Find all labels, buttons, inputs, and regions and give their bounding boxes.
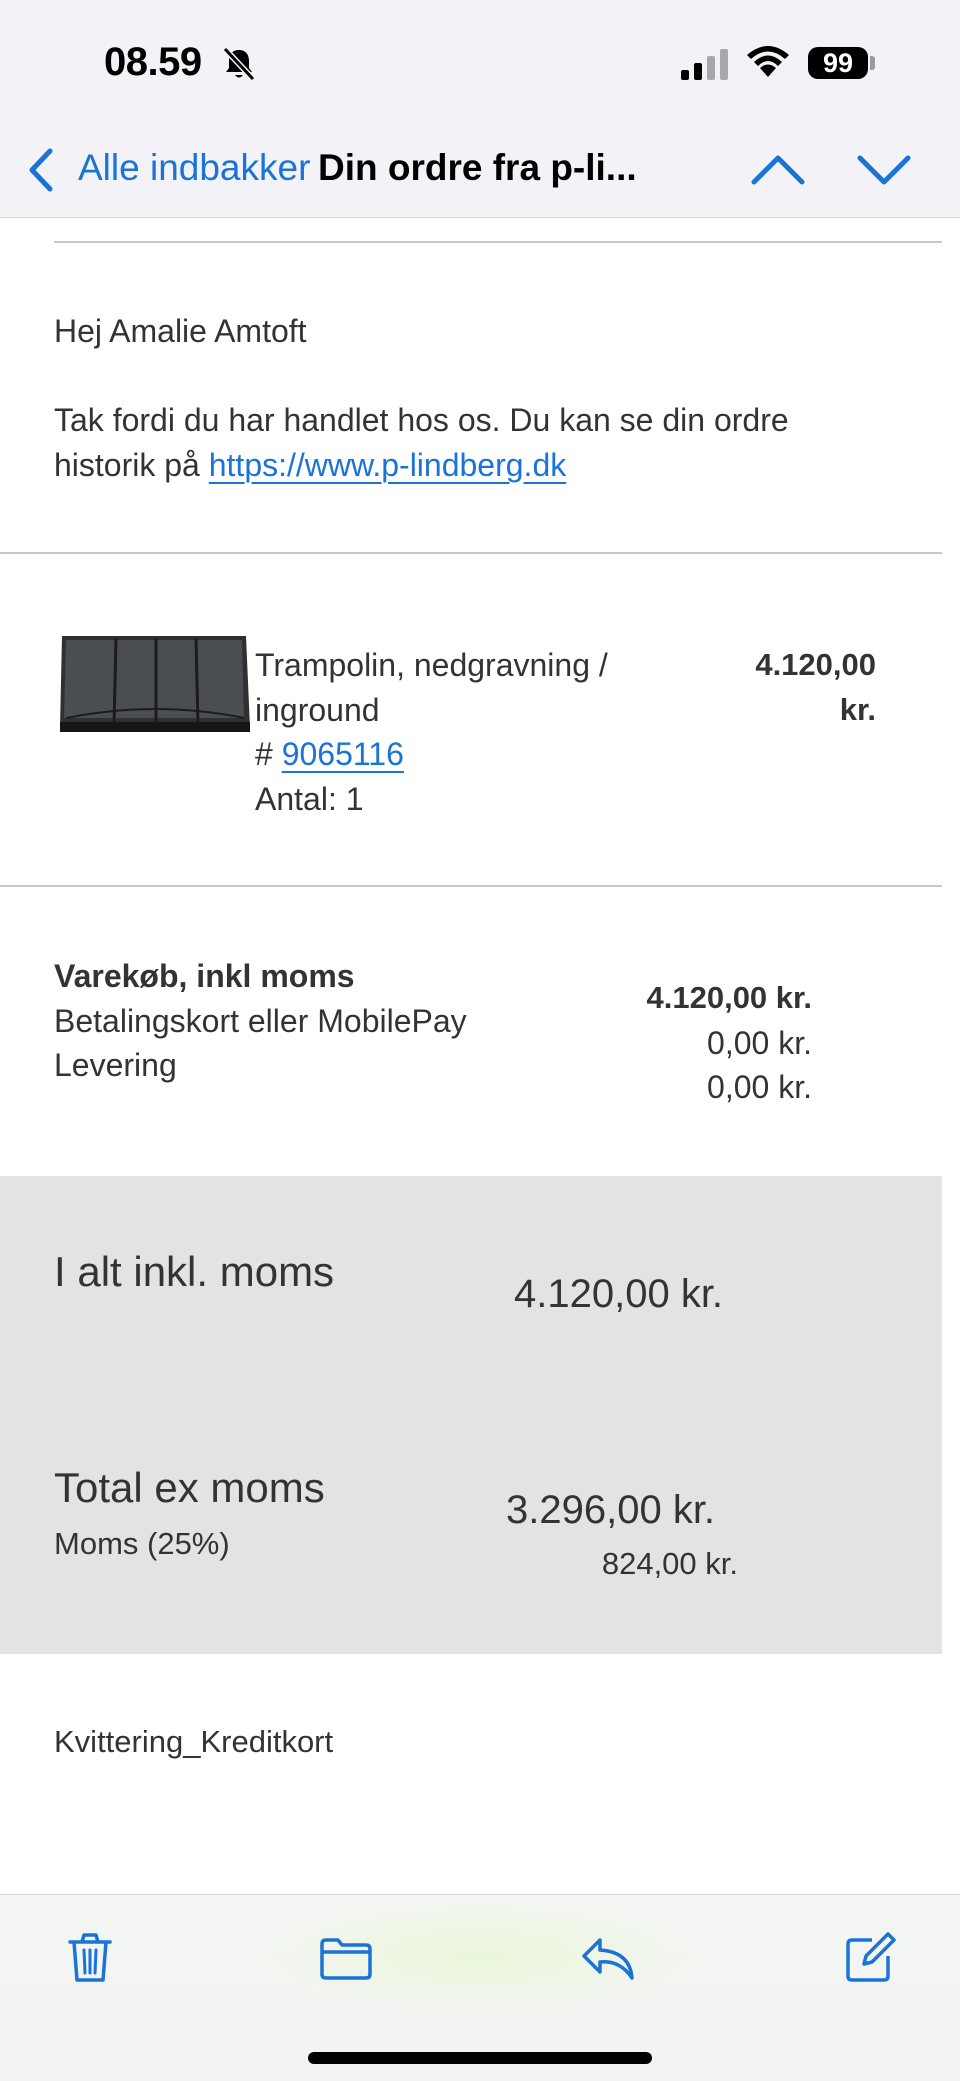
- product-price-unit: kr.: [839, 692, 876, 727]
- product-image[interactable]: [56, 630, 252, 740]
- summary-label-goods: Varekøb, inkl moms: [54, 958, 355, 994]
- nav-title: Din ordre fra p-li...: [318, 147, 637, 188]
- wifi-icon: [747, 46, 789, 77]
- summary-value-payment: 0,00 kr.: [707, 1025, 812, 1061]
- reply-icon[interactable]: [580, 1930, 636, 1986]
- sku-prefix: #: [255, 736, 282, 772]
- total-ex-label: Total ex moms: [54, 1464, 325, 1511]
- trash-icon[interactable]: [62, 1930, 118, 1986]
- order-history-link[interactable]: https://www.p-lindberg.dk: [209, 447, 567, 483]
- back-button[interactable]: Alle indbakker: [78, 147, 310, 189]
- vat-label: Moms (25%): [54, 1526, 230, 1561]
- cellular-signal-icon: [681, 49, 728, 80]
- product-name: Trampolin, nedgravning /: [255, 647, 608, 683]
- divider: [54, 241, 942, 243]
- back-chevron-icon[interactable]: [26, 145, 56, 195]
- total-ex-value: 3.296,00 kr.: [506, 1488, 716, 1532]
- divider: [0, 885, 942, 887]
- product-quantity: Antal: 1: [255, 781, 364, 817]
- battery-icon: [870, 56, 875, 70]
- product-sku: # 9065116: [255, 732, 404, 776]
- intro-prefix: historik på: [54, 447, 209, 483]
- vat-value: 824,00 kr.: [601, 1546, 738, 1581]
- summary-value-goods: 4.120,00 kr.: [646, 980, 813, 1015]
- status-time: 08.59: [104, 40, 202, 84]
- chevron-up-icon[interactable]: [750, 148, 806, 192]
- divider: [0, 552, 942, 554]
- intro-text: Tak fordi du har handlet hos os. Du kan …: [54, 402, 789, 438]
- product-price: 4.120,00: [755, 647, 876, 682]
- total-incl-label: I alt inkl. moms: [54, 1248, 335, 1295]
- product-name-line2: inground: [255, 692, 380, 728]
- chevron-down-icon[interactable]: [856, 148, 912, 192]
- folder-icon[interactable]: [318, 1930, 374, 1986]
- bell-slash-icon: [222, 46, 256, 82]
- intro-text-line2: historik på https://www.p-lindberg.dk: [54, 443, 566, 487]
- home-indicator[interactable]: [308, 2052, 652, 2064]
- summary-label-payment: Betalingskort eller MobilePay: [54, 1003, 467, 1039]
- compose-icon[interactable]: [842, 1930, 898, 1986]
- battery-level: 99: [808, 47, 868, 79]
- total-incl-value: 4.120,00 kr.: [514, 1272, 724, 1316]
- summary-value-delivery: 0,00 kr.: [707, 1069, 812, 1105]
- summary-label-delivery: Levering: [54, 1047, 177, 1083]
- sku-link[interactable]: 9065116: [282, 736, 404, 772]
- receipt-footer: Kvittering_Kreditkort: [54, 1724, 334, 1759]
- greeting: Hej Amalie Amtoft: [54, 313, 307, 349]
- toolbar-glow: [240, 1895, 720, 2015]
